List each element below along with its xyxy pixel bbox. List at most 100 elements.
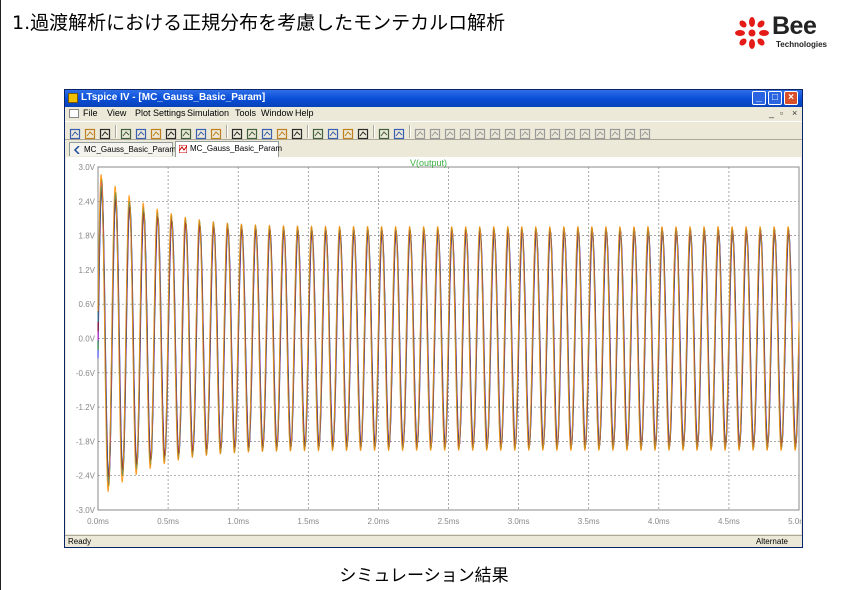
chart-title: V(output) (410, 158, 447, 168)
new-icon[interactable] (69, 125, 81, 140)
x-tick-label: 5.0ms (788, 517, 801, 526)
tile-h-icon[interactable] (261, 125, 273, 140)
window-titlebar[interactable]: LTspice IV - [MC_Gauss_Basic_Param] _ □ … (65, 90, 802, 107)
component-icon[interactable] (519, 125, 531, 140)
toolbar-separator (409, 125, 411, 138)
capacitor-icon[interactable] (474, 125, 486, 140)
zoom-fit-icon[interactable] (195, 125, 207, 140)
zoom-cancel-icon[interactable] (210, 125, 222, 140)
undo-icon[interactable] (564, 125, 576, 140)
menu-tools[interactable]: Tools (235, 108, 256, 118)
status-mode: Alternate (755, 537, 788, 546)
find-icon[interactable] (357, 125, 369, 140)
menu-window[interactable]: Window (261, 108, 293, 118)
print-setup-icon[interactable] (378, 125, 390, 140)
mdi-restore-icon[interactable]: ▫ (780, 108, 783, 118)
x-tick-label: 1.0ms (227, 517, 249, 526)
inductor-icon[interactable] (489, 125, 501, 140)
label-icon[interactable] (444, 125, 456, 140)
toolbar-separator (226, 125, 228, 138)
menu-bar: File View Plot Settings Simulation Tools… (65, 107, 802, 120)
mark-icon[interactable] (246, 125, 258, 140)
mirror-icon[interactable] (609, 125, 621, 140)
ground-icon[interactable] (429, 125, 441, 140)
document-icon[interactable] (69, 109, 79, 118)
text-icon[interactable] (624, 125, 636, 140)
pan-icon[interactable] (150, 125, 162, 140)
status-text: Ready (68, 537, 92, 546)
zoom-in-icon[interactable] (165, 125, 177, 140)
y-tick-label: -3.0V (76, 506, 96, 515)
y-tick-label: 0.0V (79, 335, 96, 344)
paste-icon[interactable] (342, 125, 354, 140)
x-tick-label: 3.0ms (508, 517, 530, 526)
y-tick-label: -0.6V (76, 369, 96, 378)
x-tick-label: 0.0ms (87, 517, 109, 526)
mdi-minimize-icon[interactable]: _ (769, 108, 774, 118)
menu-view[interactable]: View (107, 108, 126, 118)
x-tick-label: 1.5ms (297, 517, 319, 526)
pause-icon[interactable] (135, 125, 147, 140)
open-icon[interactable] (84, 125, 96, 140)
app-icon (68, 93, 78, 103)
y-tick-label: 1.8V (79, 232, 96, 241)
x-tick-label: 0.5ms (157, 517, 179, 526)
x-tick-label: 4.5ms (718, 517, 740, 526)
drag-icon[interactable] (549, 125, 561, 140)
mdi-close-icon[interactable]: × (792, 108, 797, 118)
logo-name: Bee (772, 12, 817, 40)
tile-v-icon[interactable] (276, 125, 288, 140)
print-icon[interactable] (393, 125, 405, 140)
document-tabs: MC_Gauss_Basic_Param MC_Gauss_Basic_Para… (65, 141, 802, 157)
y-tick-label: 1.2V (79, 266, 96, 275)
cascade-icon[interactable] (291, 125, 303, 140)
waveform-plot[interactable]: 0.0ms 0.5ms 1.0ms 1.5ms 2.0ms 2.5ms 3.0ms 3.5ms… (66, 157, 810, 534)
menu-simulation[interactable]: Simulation (187, 108, 229, 118)
x-tick-label: 4.0ms (648, 517, 670, 526)
spice-icon[interactable] (639, 125, 651, 140)
toolbar-separator (307, 125, 309, 138)
diode-icon[interactable] (504, 125, 516, 140)
menu-plot-settings[interactable]: Plot Settings (135, 108, 186, 118)
probe-icon[interactable] (120, 125, 132, 140)
resistor-icon[interactable] (459, 125, 471, 140)
close-button[interactable]: × (784, 91, 798, 105)
y-tick-label: 2.4V (79, 197, 96, 206)
redo-icon[interactable] (579, 125, 591, 140)
y-tick-label: -1.2V (76, 403, 96, 412)
x-tick-label: 3.5ms (578, 517, 600, 526)
logo-subtitle: Technologies (776, 40, 827, 49)
y-tick-label: -1.8V (76, 437, 96, 446)
tab-waveform[interactable]: MC_Gauss_Basic_Param (175, 141, 283, 157)
x-tick-label: 2.0ms (368, 517, 390, 526)
toolbar-separator (373, 125, 375, 138)
y-tick-label: -2.4V (76, 472, 96, 481)
toolbar-separator (115, 125, 117, 138)
wire-icon[interactable] (414, 125, 426, 140)
rotate-icon[interactable] (594, 125, 606, 140)
y-tick-label: 0.6V (79, 300, 96, 309)
zoom-out-icon[interactable] (180, 125, 192, 140)
minimize-button[interactable]: _ (752, 91, 766, 105)
company-logo: Bee Technologies (734, 12, 838, 50)
slide-caption: シミュレーション結果 (339, 566, 509, 586)
status-bar: Ready Alternate (65, 535, 802, 548)
menu-file[interactable]: File (83, 108, 98, 118)
autorange-icon[interactable] (231, 125, 243, 140)
maximize-button[interactable]: □ (768, 91, 782, 105)
menu-help[interactable]: Help (295, 108, 314, 118)
slide-title: 1.過渡解析における正規分布を考慮したモンテカルロ解析 (12, 12, 506, 34)
x-tick-label: 2.5ms (438, 517, 460, 526)
tab-schematic[interactable]: MC_Gauss_Basic_Param (69, 142, 176, 156)
bee-logo-icon (735, 17, 769, 49)
waveform-icon (179, 145, 187, 153)
window-title: LTspice IV - [MC_Gauss_Basic_Param] (81, 92, 266, 103)
tab-waveform-label: MC_Gauss_Basic_Param (190, 144, 283, 153)
save-icon[interactable] (99, 125, 111, 140)
move-icon[interactable] (534, 125, 546, 140)
toolbar (65, 121, 802, 140)
waveform-chart: 0.0ms 0.5ms 1.0ms 1.5ms 2.0ms 2.5ms 3.0ms 3.5ms… (76, 158, 810, 526)
cut-icon[interactable] (312, 125, 324, 140)
copy-icon[interactable] (327, 125, 339, 140)
y-tick-label: 3.0V (79, 163, 96, 172)
